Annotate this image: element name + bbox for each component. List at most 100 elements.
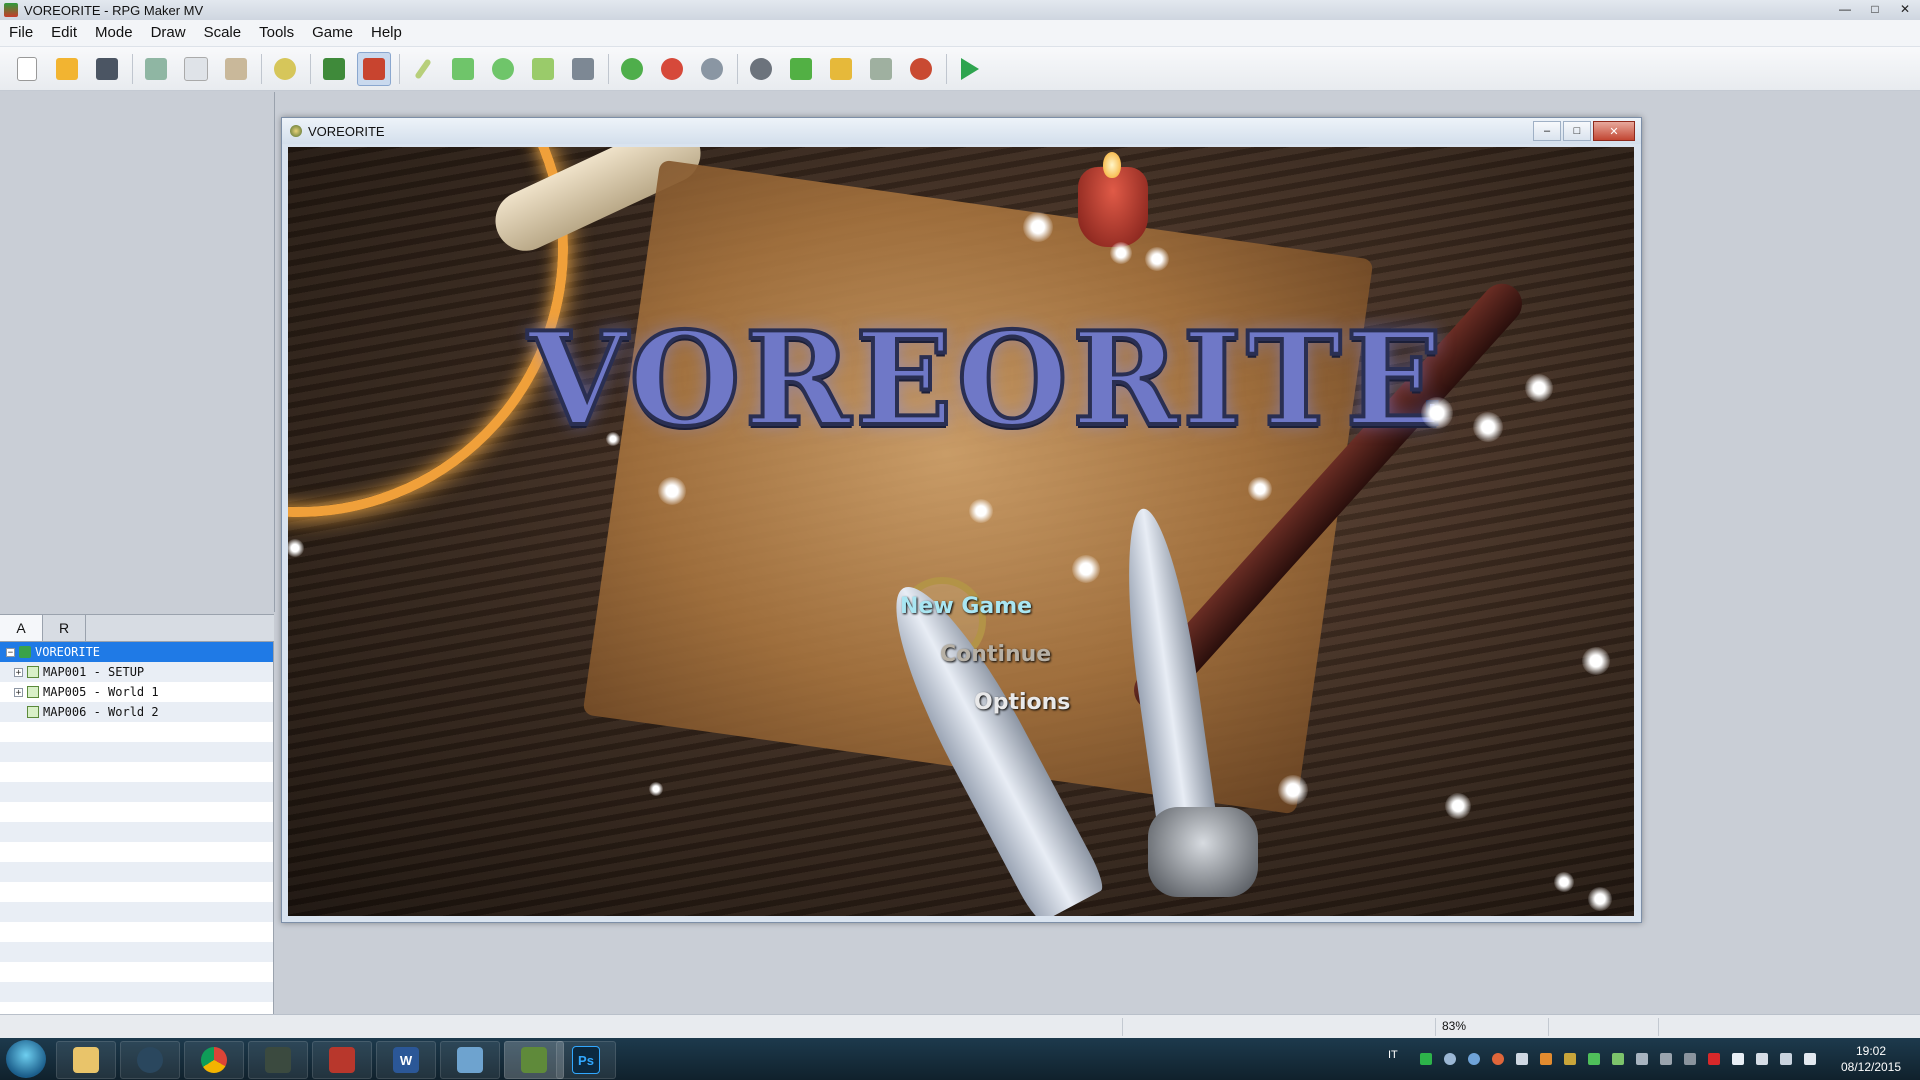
menu-bar: File Edit Mode Draw Scale Tools Game Hel… [0, 20, 1920, 47]
tray-icon[interactable] [1564, 1053, 1576, 1065]
ellipse-icon [492, 57, 514, 80]
status-divider [1548, 1018, 1549, 1036]
volume-icon[interactable] [1804, 1053, 1816, 1065]
zoom-level: 83% [1442, 1019, 1467, 1033]
menu-file[interactable]: File [0, 20, 42, 46]
map-mode-button[interactable] [317, 52, 351, 86]
network-icon[interactable] [1780, 1053, 1792, 1065]
zoom-out-button[interactable] [655, 52, 689, 86]
character-generator-button[interactable] [904, 52, 938, 86]
plugin-manager-button[interactable] [784, 52, 818, 86]
taskbar-terminal[interactable] [248, 1041, 308, 1079]
new-project-button[interactable] [10, 52, 44, 86]
game-window: VOREORITE – □ ✕ VOREORITE New Game Conti… [281, 117, 1642, 923]
status-bar: 83% [0, 1014, 1920, 1039]
tree-item-map006[interactable]: MAP006 - World 2 [0, 702, 273, 722]
tray-icon[interactable] [1492, 1053, 1504, 1065]
undo-button[interactable] [268, 52, 302, 86]
tray-icon[interactable] [1516, 1053, 1528, 1065]
taskbar-photo-viewer[interactable] [440, 1041, 500, 1079]
taskbar-chrome[interactable] [184, 1041, 244, 1079]
collapse-icon[interactable]: − [6, 647, 15, 657]
sound-test-button[interactable] [824, 52, 858, 86]
toolbar-separator [946, 53, 947, 84]
light-orb [1278, 775, 1308, 805]
start-button[interactable] [6, 1040, 46, 1078]
maximize-button[interactable]: □ [1860, 0, 1890, 18]
pencil-button[interactable] [406, 52, 440, 86]
tray-icon[interactable] [1612, 1053, 1624, 1065]
light-orb [969, 499, 993, 523]
adobe-tray-icon[interactable] [1708, 1053, 1720, 1065]
windows-flag-icon[interactable] [1732, 1053, 1744, 1065]
language-indicator[interactable]: IT [1388, 1049, 1398, 1061]
open-project-button[interactable] [50, 52, 84, 86]
actual-size-button[interactable] [695, 52, 729, 86]
paste-button[interactable] [219, 52, 253, 86]
taskbar-castle-app[interactable] [312, 1041, 372, 1079]
tree-item-project[interactable]: − VOREORITE [0, 642, 273, 662]
tray-icon[interactable] [1468, 1053, 1480, 1065]
tray-icon[interactable] [1636, 1053, 1648, 1065]
tray-icon[interactable] [1540, 1053, 1552, 1065]
new-game-command[interactable]: New Game [900, 594, 1032, 619]
rpg-maker-icon [4, 3, 18, 17]
menu-scale[interactable]: Scale [195, 20, 251, 46]
steam-tray-icon[interactable] [1444, 1053, 1456, 1065]
taskbar-word[interactable]: W [376, 1041, 436, 1079]
menu-help[interactable]: Help [362, 20, 411, 46]
tray-icon[interactable] [1420, 1053, 1432, 1065]
tree-item-map005[interactable]: + MAP005 - World 1 [0, 682, 273, 702]
game-minimize-button[interactable]: – [1533, 121, 1561, 141]
save-project-button[interactable] [90, 52, 124, 86]
tree-item-map001[interactable]: + MAP001 - SETUP [0, 662, 273, 682]
playtest-button[interactable] [953, 52, 987, 86]
taskbar-photoshop[interactable]: Ps [556, 1041, 616, 1079]
expand-icon[interactable]: + [14, 667, 23, 677]
copy-button[interactable] [179, 52, 213, 86]
game-close-button[interactable]: ✕ [1593, 121, 1635, 141]
clock[interactable]: 19:02 08/12/2015 [1826, 1043, 1916, 1075]
game-icon [290, 125, 302, 137]
status-divider [1658, 1018, 1659, 1036]
steam-icon [137, 1047, 163, 1073]
ellipse-button[interactable] [486, 52, 520, 86]
light-orb [1110, 242, 1132, 264]
minimize-button[interactable]: — [1830, 0, 1860, 18]
paste-icon [225, 57, 247, 80]
map-icon [27, 706, 39, 718]
fill-button[interactable] [526, 52, 560, 86]
menu-game[interactable]: Game [303, 20, 362, 46]
tileset-panel[interactable] [0, 92, 275, 612]
event-mode-button[interactable] [357, 51, 391, 86]
game-maximize-button[interactable]: □ [1563, 121, 1591, 141]
action-center-flag-icon[interactable] [1756, 1053, 1768, 1065]
menu-tools[interactable]: Tools [250, 20, 303, 46]
cut-button[interactable] [139, 52, 173, 86]
tray-icon[interactable] [1660, 1053, 1672, 1065]
menu-draw[interactable]: Draw [142, 20, 195, 46]
toolbar-separator [261, 53, 262, 84]
word-icon: W [393, 1047, 419, 1073]
close-button[interactable]: ✕ [1890, 0, 1920, 18]
tray-icon[interactable] [1684, 1053, 1696, 1065]
event-searcher-button[interactable] [864, 52, 898, 86]
zoom-in-button[interactable] [615, 52, 649, 86]
menu-edit[interactable]: Edit [42, 20, 86, 46]
taskbar-steam[interactable] [120, 1041, 180, 1079]
expand-icon[interactable]: + [14, 687, 23, 697]
light-orb [658, 477, 686, 505]
tab-r[interactable]: R [43, 615, 86, 641]
tab-a[interactable]: A [0, 615, 43, 641]
taskbar-rpg-maker[interactable] [504, 1041, 564, 1079]
tree-item-label: MAP006 - World 2 [43, 705, 159, 719]
continue-command[interactable]: Continue [940, 642, 1051, 667]
database-button[interactable] [744, 52, 778, 86]
game-canvas[interactable]: VOREORITE New Game Continue Options [288, 147, 1634, 916]
tray-icon[interactable] [1588, 1053, 1600, 1065]
taskbar-file-explorer[interactable] [56, 1041, 116, 1079]
rectangle-button[interactable] [446, 52, 480, 86]
shadow-pen-button[interactable] [566, 52, 600, 86]
menu-mode[interactable]: Mode [86, 20, 142, 46]
options-command[interactable]: Options [974, 690, 1070, 715]
